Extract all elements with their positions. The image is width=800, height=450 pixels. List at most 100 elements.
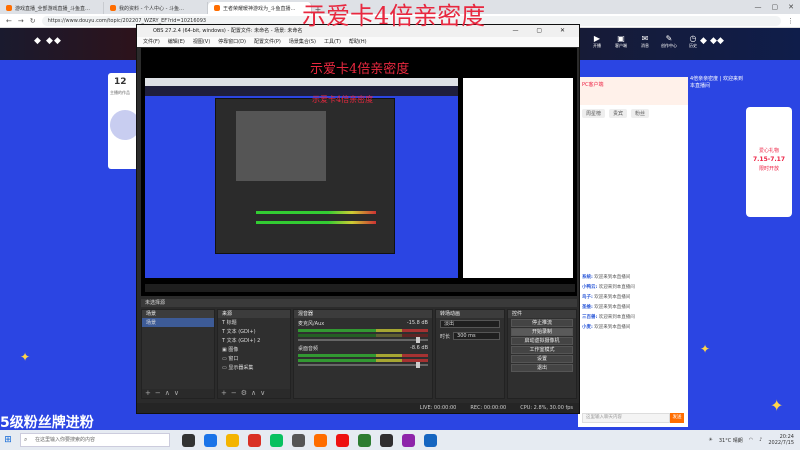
controls-dock: 控件 停止推流 开始录制 启动虚拟摄像机 工作室模式 设置 退出 [507, 309, 577, 399]
sources-toolbar[interactable]: +−⚙∧∨ [218, 389, 290, 398]
menu-item-docks[interactable]: 停靠窗口(D) [218, 37, 246, 47]
sparkle-icon: ✦ [770, 396, 784, 415]
duration-input[interactable]: 300 ms [453, 332, 500, 340]
obs-docks: 场景 场景 +−∧∨ 来源 T 标题 T 文本 (GDI+) T 文本 (GDI… [141, 309, 577, 399]
wechat-icon[interactable] [270, 433, 283, 447]
scenes-dock: 场景 场景 +−∧∨ [141, 309, 215, 399]
browser-tab-active[interactable]: 王者荣耀暖神游戏为_斗鱼直播… [208, 2, 312, 14]
cpu-usage: CPU: 2.8%, 30.00 fps [520, 405, 573, 411]
app-icon[interactable] [292, 433, 305, 447]
taskbar-apps [182, 433, 437, 447]
volume-meter [298, 329, 428, 332]
source-item[interactable]: T 文本 (GDI+) 2 [218, 336, 290, 345]
creator-icon: ✎ [665, 34, 673, 43]
volume-meter [298, 359, 428, 362]
taskbar-search-input[interactable]: ⌕ 在这里输入你要搜索的内容 [20, 433, 170, 447]
client-icon: ▣ [617, 34, 625, 43]
chat-message: 圣维: 欢迎来到本直播间 [582, 305, 631, 310]
scenes-toolbar[interactable]: +−∧∨ [142, 389, 214, 398]
volume-slider[interactable] [298, 337, 428, 343]
menu-item-scene-collection[interactable]: 场景集合(S) [289, 37, 316, 47]
header-nav-item[interactable]: ✎ 创作中心 [660, 34, 678, 49]
message-icon: ✉ [641, 34, 649, 43]
app-icon[interactable] [336, 433, 349, 447]
douyu-icon[interactable] [314, 433, 327, 447]
overlay-text-top: 示爱卡4倍亲密度 [302, 2, 486, 30]
menu-item-file[interactable]: 文件(F) [143, 37, 160, 47]
source-item[interactable]: T 标题 [218, 318, 290, 327]
tab-vip[interactable]: 贵宾 [609, 109, 628, 118]
menu-item-view[interactable]: 视图(V) [193, 37, 210, 47]
live-icon: ▶ [593, 34, 601, 43]
douyu-favicon-icon [6, 5, 12, 11]
chat-input[interactable]: 这里输入聊天内容 [582, 413, 670, 423]
virtual-camera-button[interactable]: 启动虚拟摄像机 [511, 337, 573, 345]
obs-title: OBS 27.2.4 (64-bit, windows) - 配置文件: 未命名… [153, 28, 303, 34]
menu-item-profile[interactable]: 配置文件(P) [254, 37, 281, 47]
studio-mode-button[interactable]: 工作室模式 [511, 346, 573, 354]
clock[interactable]: 20:24 2022/7/15 [768, 434, 794, 446]
network-icon[interactable]: ◠ [749, 437, 753, 443]
works-count: 12 [114, 77, 127, 87]
douyu-favicon-icon [110, 5, 116, 11]
source-item[interactable]: ▭ 窗口 [218, 354, 290, 363]
stop-streaming-button[interactable]: 停止推流 [511, 319, 573, 327]
browser-tab[interactable]: 游戏直播_全部游戏直播_斗鱼直… [0, 2, 104, 14]
start-recording-button[interactable]: 开始录制 [511, 328, 573, 336]
header-nav-item[interactable]: ▶ 开播 [588, 34, 606, 49]
app-icon[interactable] [358, 433, 371, 447]
event-logo-left: ◆ ◆◆ [34, 36, 62, 46]
app-icon[interactable] [402, 433, 415, 447]
reload-icon[interactable]: ↻ [30, 17, 36, 25]
volume-icon[interactable]: ♪ [759, 437, 762, 443]
search-icon: ⌕ [24, 436, 28, 443]
edge-icon[interactable] [204, 433, 217, 447]
close-button[interactable]: ✕ [788, 3, 794, 11]
windows-start-icon[interactable]: ⊞ [0, 435, 16, 445]
explorer-icon[interactable] [226, 433, 239, 447]
chat-message: 系统: 欢迎来到本直播间 [582, 275, 631, 280]
obs-icon[interactable] [380, 433, 393, 447]
chat-header[interactable]: PC客户端 [578, 77, 688, 105]
obs-preview[interactable] [141, 48, 577, 296]
header-nav-item[interactable]: ▣ 客户端 [612, 34, 630, 49]
maximize-button[interactable]: ▢ [772, 3, 779, 11]
room-notice: 4倍亲亲密度 | 欢迎来到本直播间 [690, 76, 744, 89]
header-nav-item[interactable]: ✉ 消息 [636, 34, 654, 49]
promo-banner[interactable]: 爱心礼物 7.15-7.17 限时开放 [746, 107, 792, 217]
back-icon[interactable]: ← [6, 17, 12, 25]
scene-item[interactable]: 场景 [142, 318, 214, 327]
volume-meter [298, 334, 428, 337]
source-item[interactable]: ▣ 图像 [218, 345, 290, 354]
window-controls: — ▢ ✕ [755, 0, 800, 14]
forward-icon[interactable]: → [18, 17, 24, 25]
obs-window-controls[interactable]: — ▢ ✕ [512, 25, 573, 37]
app-icon[interactable] [424, 433, 437, 447]
chat-message: 小麦: 欢迎来到本直播间 [582, 325, 631, 330]
settings-button[interactable]: 设置 [511, 355, 573, 363]
send-button[interactable]: 发送 [670, 413, 684, 423]
menu-icon[interactable]: ⋮ [787, 17, 794, 25]
chrome-icon[interactable] [248, 433, 261, 447]
minimize-button[interactable]: — [755, 3, 762, 11]
tab-fans[interactable]: 粉丝 [631, 109, 650, 118]
transition-select[interactable]: 淡出 [440, 320, 500, 328]
overlay-text-small: 示爱卡4倍亲密度 [312, 95, 374, 104]
source-toolbar: 未选择源 [141, 299, 577, 307]
source-item[interactable]: ▭ 显示器采集 [218, 363, 290, 372]
mixer-dock: 混音器 麦克风/Aux -15.8 dB 桌面音频 -8.6 dB [293, 309, 433, 399]
tab-weekly[interactable]: 周星榜 [582, 109, 606, 118]
volume-slider[interactable] [298, 362, 428, 368]
obs-menubar: 文件(F) 编辑(E) 视图(V) 停靠窗口(D) 配置文件(P) 场景集合(S… [137, 37, 579, 47]
browser-tab[interactable]: 我的资料 - 个人中心 - 斗鱼… [104, 2, 208, 14]
task-view-icon[interactable] [182, 433, 195, 447]
chat-tabs: 周星榜 贵宾 粉丝 [578, 105, 688, 122]
source-item[interactable]: T 文本 (GDI+) [218, 327, 290, 336]
menu-item-tools[interactable]: 工具(T) [324, 37, 341, 47]
chat-message: 小鸭云: 欢迎来到本直播间 [582, 285, 635, 290]
obs-statusbar: LIVE: 00:00:00 REC: 00:00:00 CPU: 2.8%, … [137, 403, 579, 413]
exit-button[interactable]: 退出 [511, 364, 573, 372]
menu-item-edit[interactable]: 编辑(E) [168, 37, 185, 47]
overlay-text-mid: 示爱卡4倍亲密度 [310, 62, 410, 77]
menu-item-help[interactable]: 帮助(H) [349, 37, 367, 47]
